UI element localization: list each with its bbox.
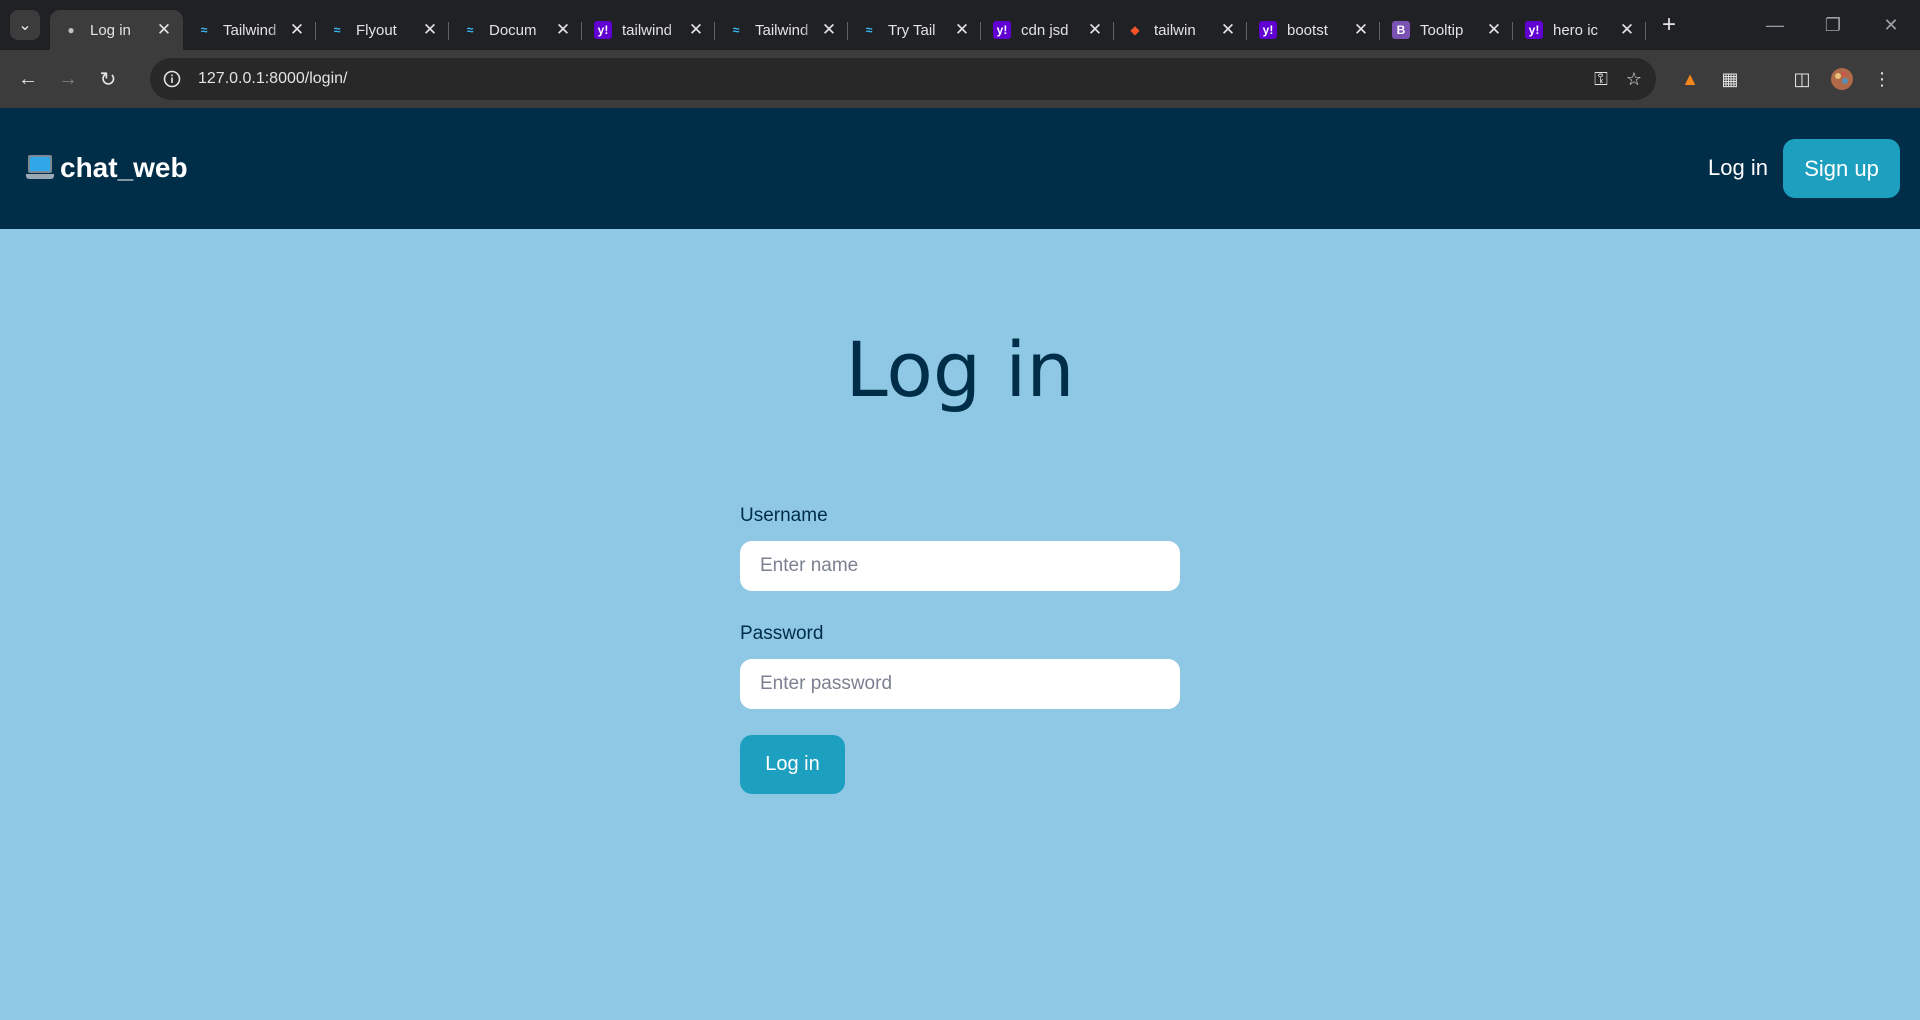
address-bar[interactable]: 127.0.0.1:8000/login/ ⚿ ☆ [150, 58, 1656, 100]
url-text[interactable]: 127.0.0.1:8000/login/ [198, 70, 347, 88]
close-tab-icon[interactable]: ✕ [1485, 20, 1503, 40]
window-controls: — ❐ ✕ [1746, 0, 1920, 50]
yahoo-icon: y! [1525, 21, 1543, 39]
bookmark-star-icon[interactable]: ☆ [1626, 69, 1642, 90]
tab-search-button[interactable]: ⌄ [10, 10, 40, 40]
tab-title: Try Tail [888, 21, 936, 39]
password-key-icon[interactable]: ⚿ [1594, 69, 1608, 90]
reload-icon: ↻ [99, 68, 117, 91]
chevron-down-icon: ⌄ [18, 17, 32, 34]
close-tab-icon[interactable]: ✕ [953, 20, 971, 40]
browser-tab[interactable]: y! bootst ✕ [1247, 10, 1380, 50]
browser-tab[interactable]: ≈ Tailwind ✕ [183, 10, 316, 50]
browser-toolbar: ← → ↻ 127.0.0.1:8000/login/ ⚿ ☆ ▲ ▦ ◫ ⋮ [0, 50, 1920, 108]
menu-kebab-icon[interactable]: ⋮ [1862, 59, 1902, 99]
tab-title: hero ic [1553, 21, 1599, 39]
tailwind-icon: ≈ [865, 23, 873, 37]
browser-tab[interactable]: y! tailwind ✕ [582, 10, 715, 50]
yahoo-icon: y! [1259, 21, 1277, 39]
tab-title: Flyout [356, 21, 397, 39]
close-window-icon[interactable]: ✕ [1862, 0, 1920, 50]
yahoo-icon: y! [594, 21, 612, 39]
tab-title: bootst [1287, 21, 1328, 39]
back-arrow-icon: ← [18, 67, 38, 90]
tailwind-icon: ≈ [466, 23, 474, 37]
close-tab-icon[interactable]: ✕ [1618, 20, 1636, 40]
tailwind-icon: ≈ [200, 23, 208, 37]
profile-avatar-icon[interactable] [1822, 59, 1862, 99]
tab-title: tailwind [622, 21, 673, 39]
browser-tab[interactable]: y! cdn jsd ✕ [981, 10, 1114, 50]
close-tab-icon[interactable]: ✕ [820, 20, 838, 40]
browser-tab[interactable]: ≈ Tailwind ✕ [715, 10, 848, 50]
close-tab-icon[interactable]: ✕ [1219, 20, 1237, 40]
browser-tab[interactable]: ≈ Flyout ✕ [316, 10, 449, 50]
browser-tab[interactable]: ◆ tailwin ✕ [1114, 10, 1247, 50]
close-tab-icon[interactable]: ✕ [421, 20, 439, 40]
close-tab-icon[interactable]: ✕ [288, 20, 306, 40]
restore-icon[interactable]: ❐ [1804, 0, 1862, 50]
reload-button[interactable]: ↻ [88, 59, 128, 99]
username-label: Username [740, 505, 828, 526]
side-panel-icon[interactable]: ◫ [1782, 59, 1822, 99]
tab-title: Tailwind [755, 21, 809, 39]
new-tab-button[interactable]: + [1654, 10, 1684, 40]
login-submit-button[interactable]: Log in [740, 735, 845, 794]
browser-tab[interactable]: ≈ Try Tail ✕ [848, 10, 981, 50]
password-input[interactable] [740, 659, 1180, 709]
close-tab-icon[interactable]: ✕ [1086, 20, 1104, 40]
bootstrap-icon: B [1392, 21, 1410, 39]
extensions-puzzle-icon[interactable]: ▦ [1710, 59, 1750, 99]
browser-tab-bar: ⌄ ● Log in ✕ ≈ Tailwind ✕ ≈ Flyout ✕ ≈ Docum ✕ y! tai… [0, 0, 1920, 50]
tab-divider [1645, 22, 1646, 40]
tailwind-icon: ≈ [732, 23, 740, 37]
close-tab-icon[interactable]: ✕ [155, 20, 173, 40]
globe-icon: ● [67, 23, 75, 37]
username-input[interactable] [740, 541, 1180, 591]
brand-name: chat_web [60, 152, 188, 183]
forward-arrow-icon: → [58, 67, 78, 90]
browser-tab[interactable]: y! hero ic ✕ [1513, 10, 1646, 50]
tab-title: tailwin [1154, 21, 1196, 39]
tab-title: Tailwind [223, 21, 277, 39]
yahoo-icon: y! [993, 21, 1011, 39]
close-tab-icon[interactable]: ✕ [687, 20, 705, 40]
close-tab-icon[interactable]: ✕ [554, 20, 572, 40]
laptop-icon [26, 153, 54, 183]
tailwind-icon: ≈ [333, 23, 341, 37]
page-title: Log in [845, 325, 1075, 414]
browser-tab[interactable]: ≈ Docum ✕ [449, 10, 582, 50]
tab-strip: ● Log in ✕ ≈ Tailwind ✕ ≈ Flyout ✕ ≈ Docum ✕ y! tailw… [50, 0, 1646, 50]
close-tab-icon[interactable]: ✕ [1352, 20, 1370, 40]
forward-button[interactable]: → [48, 59, 88, 99]
site-info-icon[interactable] [158, 65, 186, 93]
header-login-link[interactable]: Log in [1708, 155, 1768, 181]
site-header: chat_web Log in Sign up [0, 108, 1920, 229]
tab-title: Docum [489, 21, 537, 39]
minimize-icon[interactable]: — [1746, 0, 1804, 50]
login-form: Username Password Log in [740, 505, 1180, 794]
browser-tab[interactable]: B Tooltip ✕ [1380, 10, 1513, 50]
password-label: Password [740, 623, 824, 644]
signup-button[interactable]: Sign up [1783, 139, 1900, 198]
tab-title: Tooltip [1420, 21, 1464, 39]
brand-logo[interactable]: chat_web [26, 152, 188, 184]
tab-title: Log in [90, 21, 131, 39]
tab-title: cdn jsd [1021, 21, 1069, 39]
browser-tab[interactable]: ● Log in ✕ [50, 10, 183, 50]
back-button[interactable]: ← [8, 59, 48, 99]
metamask-fox-icon[interactable]: ▲ [1670, 59, 1710, 99]
brave-icon: ◆ [1130, 23, 1140, 37]
